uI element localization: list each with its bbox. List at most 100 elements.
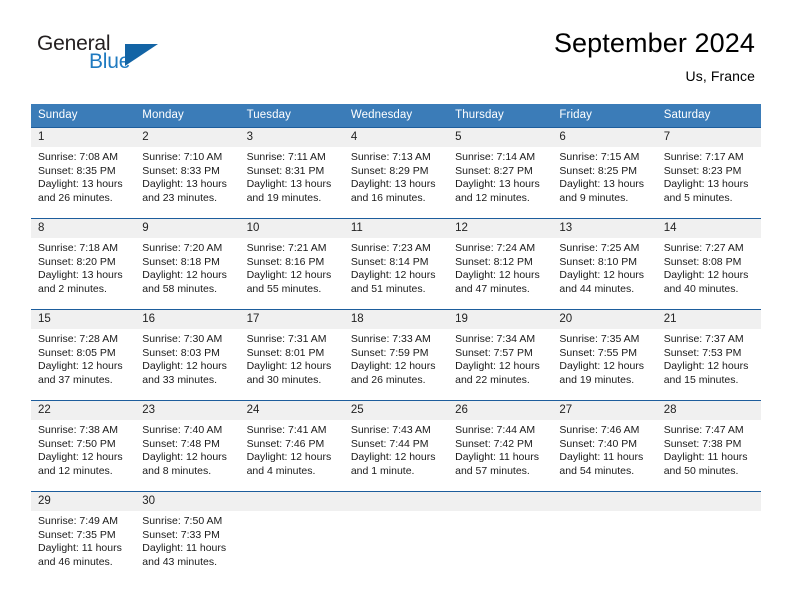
calendar-day-cell[interactable]: 7 Sunrise: 7:17 AM Sunset: 8:23 PM Daylight… — [656, 127, 761, 219]
calendar-day-cell[interactable]: 4 Sunrise: 7:13 AM Sunset: 8:29 PM Daylight… — [343, 127, 449, 219]
calendar-day-cell[interactable]: 2 Sunrise: 7:10 AM Sunset: 8:33 PM Daylight… — [135, 127, 240, 219]
calendar-day-cell[interactable]: 24 Sunrise: 7:41 AM Sunset: 7:46 PM Dayligh… — [239, 400, 344, 492]
calendar-day-cell[interactable]: 8 Sunrise: 7:18 AM Sunset: 8:20 PM Daylight… — [31, 218, 136, 310]
day-details: Sunrise: 7:17 AM Sunset: 8:23 PM Daylight:… — [657, 147, 761, 205]
day-number — [343, 492, 449, 511]
day-number: 14 — [656, 219, 761, 238]
daylight-line-2: and 54 minutes. — [559, 464, 635, 477]
calendar-day-cell[interactable]: 20 Sunrise: 7:35 AM Sunset: 7:55 PM Dayligh… — [552, 309, 657, 401]
sunrise-time: Sunrise: 7:25 AM — [559, 242, 640, 254]
sunset-time: Sunset: 8:33 PM — [142, 164, 220, 177]
sunrise-time: Sunrise: 7:47 AM — [663, 424, 744, 436]
title-block: September 2024 Us, France — [554, 28, 755, 84]
sunrise-time: Sunrise: 7:13 AM — [350, 151, 431, 163]
sunset-time: Sunset: 7:57 PM — [455, 346, 533, 359]
weekday-header-wednesday: Wednesday — [343, 104, 449, 128]
day-details: Sunrise: 7:47 AM Sunset: 7:38 PM Daylight:… — [657, 420, 761, 478]
calendar-day-cell[interactable]: 27 Sunrise: 7:46 AM Sunset: 7:40 PM Dayligh… — [552, 400, 657, 492]
sunset-time: Sunset: 7:46 PM — [246, 437, 325, 450]
sunrise-time: Sunrise: 7:28 AM — [38, 333, 118, 345]
day-details: Sunrise: 7:18 AM Sunset: 8:20 PM Daylight:… — [31, 238, 135, 296]
sunrise-time: Sunrise: 7:21 AM — [246, 242, 327, 254]
sunset-time: Sunset: 7:35 PM — [38, 528, 116, 541]
daylight-line-1: Daylight: 13 hours — [38, 269, 123, 282]
sunset-time: Sunset: 8:27 PM — [455, 164, 533, 177]
daylight-line-1: Daylight: 11 hours — [559, 451, 644, 464]
day-number — [656, 492, 761, 511]
daylight-line-1: Daylight: 12 hours — [663, 269, 749, 282]
day-details: Sunrise: 7:49 AM Sunset: 7:35 PM Daylight:… — [31, 511, 135, 569]
calendar-day-cell[interactable]: 15 Sunrise: 7:28 AM Sunset: 8:05 PM Dayligh… — [31, 309, 136, 401]
sunrise-time: Sunrise: 7:27 AM — [663, 242, 744, 254]
calendar-day-cell[interactable]: 22 Sunrise: 7:38 AM Sunset: 7:50 PM Dayligh… — [31, 400, 136, 492]
calendar-day-cell[interactable]: 21 Sunrise: 7:37 AM Sunset: 7:53 PM Dayligh… — [656, 309, 761, 401]
calendar-day-cell[interactable]: 30 Sunrise: 7:50 AM Sunset: 7:33 PM Dayligh… — [135, 491, 240, 582]
daylight-line-2: and 23 minutes. — [142, 191, 217, 204]
calendar-day-cell[interactable]: 5 Sunrise: 7:14 AM Sunset: 8:27 PM Daylight… — [448, 127, 553, 219]
calendar-day-cell[interactable]: 12 Sunrise: 7:24 AM Sunset: 8:12 PM Dayligh… — [448, 218, 553, 310]
day-number: 4 — [343, 128, 449, 147]
day-number — [448, 492, 553, 511]
daylight-line-2: and 12 minutes. — [455, 191, 530, 204]
sunset-time: Sunset: 7:42 PM — [455, 437, 533, 450]
day-details: Sunrise: 7:11 AM Sunset: 8:31 PM Daylight:… — [240, 147, 344, 205]
calendar-day-cell[interactable]: 25 Sunrise: 7:43 AM Sunset: 7:44 PM Dayligh… — [343, 400, 449, 492]
day-number: 30 — [135, 492, 240, 511]
calendar-day-cell[interactable]: 28 Sunrise: 7:47 AM Sunset: 7:38 PM Dayligh… — [656, 400, 761, 492]
calendar-day-cell[interactable]: 1 Sunrise: 7:08 AM Sunset: 8:35 PM Daylight… — [31, 127, 136, 219]
calendar-day-cell[interactable]: 19 Sunrise: 7:34 AM Sunset: 7:57 PM Dayligh… — [448, 309, 553, 401]
calendar-day-cell[interactable]: 16 Sunrise: 7:30 AM Sunset: 8:03 PM Dayligh… — [135, 309, 240, 401]
day-details: Sunrise: 7:33 AM Sunset: 7:59 PM Daylight:… — [344, 329, 448, 387]
sunset-time: Sunset: 7:55 PM — [559, 346, 638, 359]
weekday-header-monday: Monday — [135, 104, 240, 128]
day-number: 12 — [448, 219, 553, 238]
calendar-day-cell-empty — [552, 491, 657, 582]
daylight-line-2: and 16 minutes. — [350, 191, 426, 204]
calendar-day-cell[interactable]: 11 Sunrise: 7:23 AM Sunset: 8:14 PM Dayligh… — [343, 218, 449, 310]
sunrise-time: Sunrise: 7:14 AM — [455, 151, 536, 163]
calendar-week-row: 1 Sunrise: 7:08 AM Sunset: 8:35 PM Daylight… — [31, 127, 761, 219]
calendar-day-cell[interactable]: 6 Sunrise: 7:15 AM Sunset: 8:25 PM Daylight… — [552, 127, 657, 219]
daylight-line-2: and 47 minutes. — [455, 282, 530, 295]
daylight-line-1: Daylight: 13 hours — [142, 178, 227, 191]
daylight-line-2: and 5 minutes. — [663, 191, 733, 204]
daylight-line-2: and 2 minutes. — [38, 282, 107, 295]
daylight-line-1: Daylight: 12 hours — [455, 360, 540, 373]
sunset-time: Sunset: 8:25 PM — [559, 164, 638, 177]
calendar-day-cell[interactable]: 18 Sunrise: 7:33 AM Sunset: 7:59 PM Dayligh… — [343, 309, 449, 401]
calendar-day-cell[interactable]: 17 Sunrise: 7:31 AM Sunset: 8:01 PM Dayligh… — [239, 309, 344, 401]
sunrise-time: Sunrise: 7:50 AM — [142, 515, 223, 527]
sunset-time: Sunset: 7:33 PM — [142, 528, 220, 541]
calendar-day-cell[interactable]: 13 Sunrise: 7:25 AM Sunset: 8:10 PM Dayligh… — [552, 218, 657, 310]
calendar-grid: Sunday Monday Tuesday Wednesday Thursday Frid… — [31, 104, 761, 582]
day-details: Sunrise: 7:35 AM Sunset: 7:55 PM Daylight:… — [552, 329, 656, 387]
sunrise-time: Sunrise: 7:34 AM — [455, 333, 536, 345]
sunrise-time: Sunrise: 7:20 AM — [142, 242, 223, 254]
day-number: 21 — [656, 310, 761, 329]
calendar-day-cell[interactable]: 23 Sunrise: 7:40 AM Sunset: 7:48 PM Dayligh… — [135, 400, 240, 492]
day-number: 17 — [239, 310, 344, 329]
calendar-day-cell[interactable]: 10 Sunrise: 7:21 AM Sunset: 8:16 PM Dayligh… — [239, 218, 344, 310]
daylight-line-2: and 8 minutes. — [142, 464, 212, 477]
sunrise-time: Sunrise: 7:33 AM — [350, 333, 431, 345]
day-details: Sunrise: 7:20 AM Sunset: 8:18 PM Daylight:… — [135, 238, 239, 296]
day-number — [552, 492, 657, 511]
sunset-time: Sunset: 8:18 PM — [142, 255, 220, 268]
day-details: Sunrise: 7:31 AM Sunset: 8:01 PM Daylight:… — [240, 329, 344, 387]
brand-logo[interactable]: General Blue — [37, 33, 158, 72]
daylight-line-2: and 43 minutes. — [142, 555, 217, 568]
calendar-day-cell[interactable]: 9 Sunrise: 7:20 AM Sunset: 8:18 PM Daylight… — [135, 218, 240, 310]
calendar-day-cell[interactable]: 26 Sunrise: 7:44 AM Sunset: 7:42 PM Dayligh… — [448, 400, 553, 492]
daylight-line-2: and 50 minutes. — [663, 464, 739, 477]
day-number: 19 — [448, 310, 553, 329]
sunset-time: Sunset: 8:16 PM — [246, 255, 325, 268]
calendar-day-cell-empty — [239, 491, 344, 582]
daylight-line-1: Daylight: 13 hours — [38, 178, 123, 191]
sunrise-time: Sunrise: 7:46 AM — [559, 424, 640, 436]
calendar-day-cell[interactable]: 3 Sunrise: 7:11 AM Sunset: 8:31 PM Daylight… — [239, 127, 344, 219]
day-details: Sunrise: 7:13 AM Sunset: 8:29 PM Daylight:… — [344, 147, 448, 205]
sunset-time: Sunset: 8:01 PM — [246, 346, 325, 359]
sunrise-time: Sunrise: 7:15 AM — [559, 151, 640, 163]
calendar-day-cell[interactable]: 14 Sunrise: 7:27 AM Sunset: 8:08 PM Dayligh… — [656, 218, 761, 310]
calendar-day-cell[interactable]: 29 Sunrise: 7:49 AM Sunset: 7:35 PM Dayligh… — [31, 491, 136, 582]
